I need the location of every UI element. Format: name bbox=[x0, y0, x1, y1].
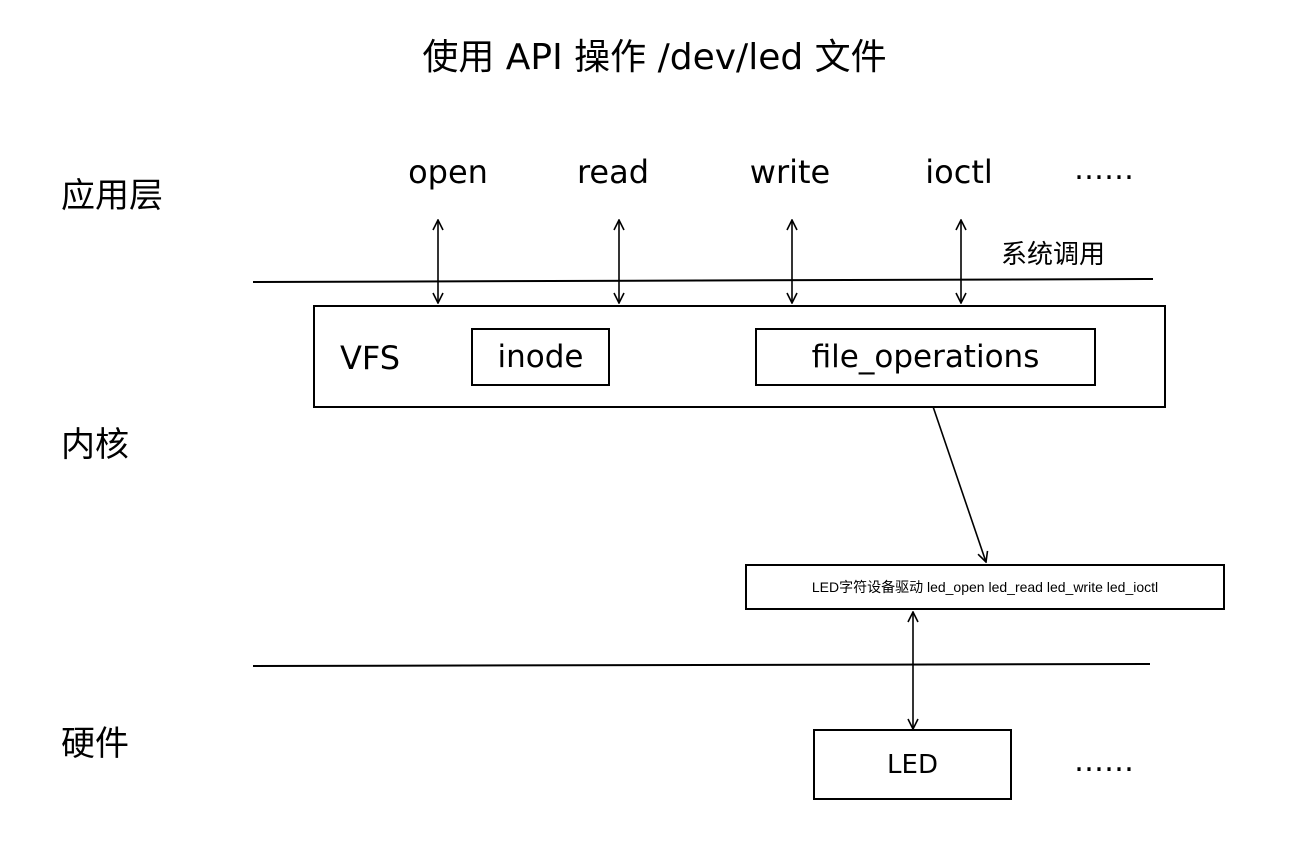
syscall-write: write bbox=[749, 153, 831, 191]
hardware-more: …… bbox=[1074, 744, 1134, 779]
led-box: LED bbox=[813, 729, 1012, 800]
syscall-read: read bbox=[576, 153, 650, 191]
vfs-label: VFS bbox=[340, 339, 401, 377]
separator-kernel-hardware bbox=[252, 663, 1151, 667]
driver-box: LED字符设备驱动 led_open led_read led_write le… bbox=[745, 564, 1225, 610]
led-label: LED bbox=[887, 749, 938, 780]
layer-label-hardware: 硬件 bbox=[61, 724, 129, 764]
arrow-fops-to-driver bbox=[925, 385, 986, 562]
file-operations-label: file_operations bbox=[811, 339, 1040, 375]
layer-label-kernel: 内核 bbox=[61, 425, 129, 465]
diagram-connectors bbox=[252, 0, 1154, 863]
diagram-title: 使用 API 操作 /dev/led 文件 bbox=[422, 37, 887, 78]
syscall-open: open bbox=[408, 153, 488, 191]
separator-app-kernel bbox=[252, 278, 1154, 283]
inode-label: inode bbox=[497, 339, 584, 375]
syscall-more: …… bbox=[1074, 152, 1134, 187]
inode-box: inode bbox=[471, 328, 610, 386]
driver-label: LED字符设备驱动 led_open led_read led_write le… bbox=[811, 579, 1159, 595]
syscall-label: 系统调用 bbox=[1001, 240, 1106, 270]
layer-label-app: 应用层 bbox=[61, 176, 163, 216]
file-operations-box: file_operations bbox=[755, 328, 1096, 386]
syscall-ioctl: ioctl bbox=[925, 153, 993, 191]
